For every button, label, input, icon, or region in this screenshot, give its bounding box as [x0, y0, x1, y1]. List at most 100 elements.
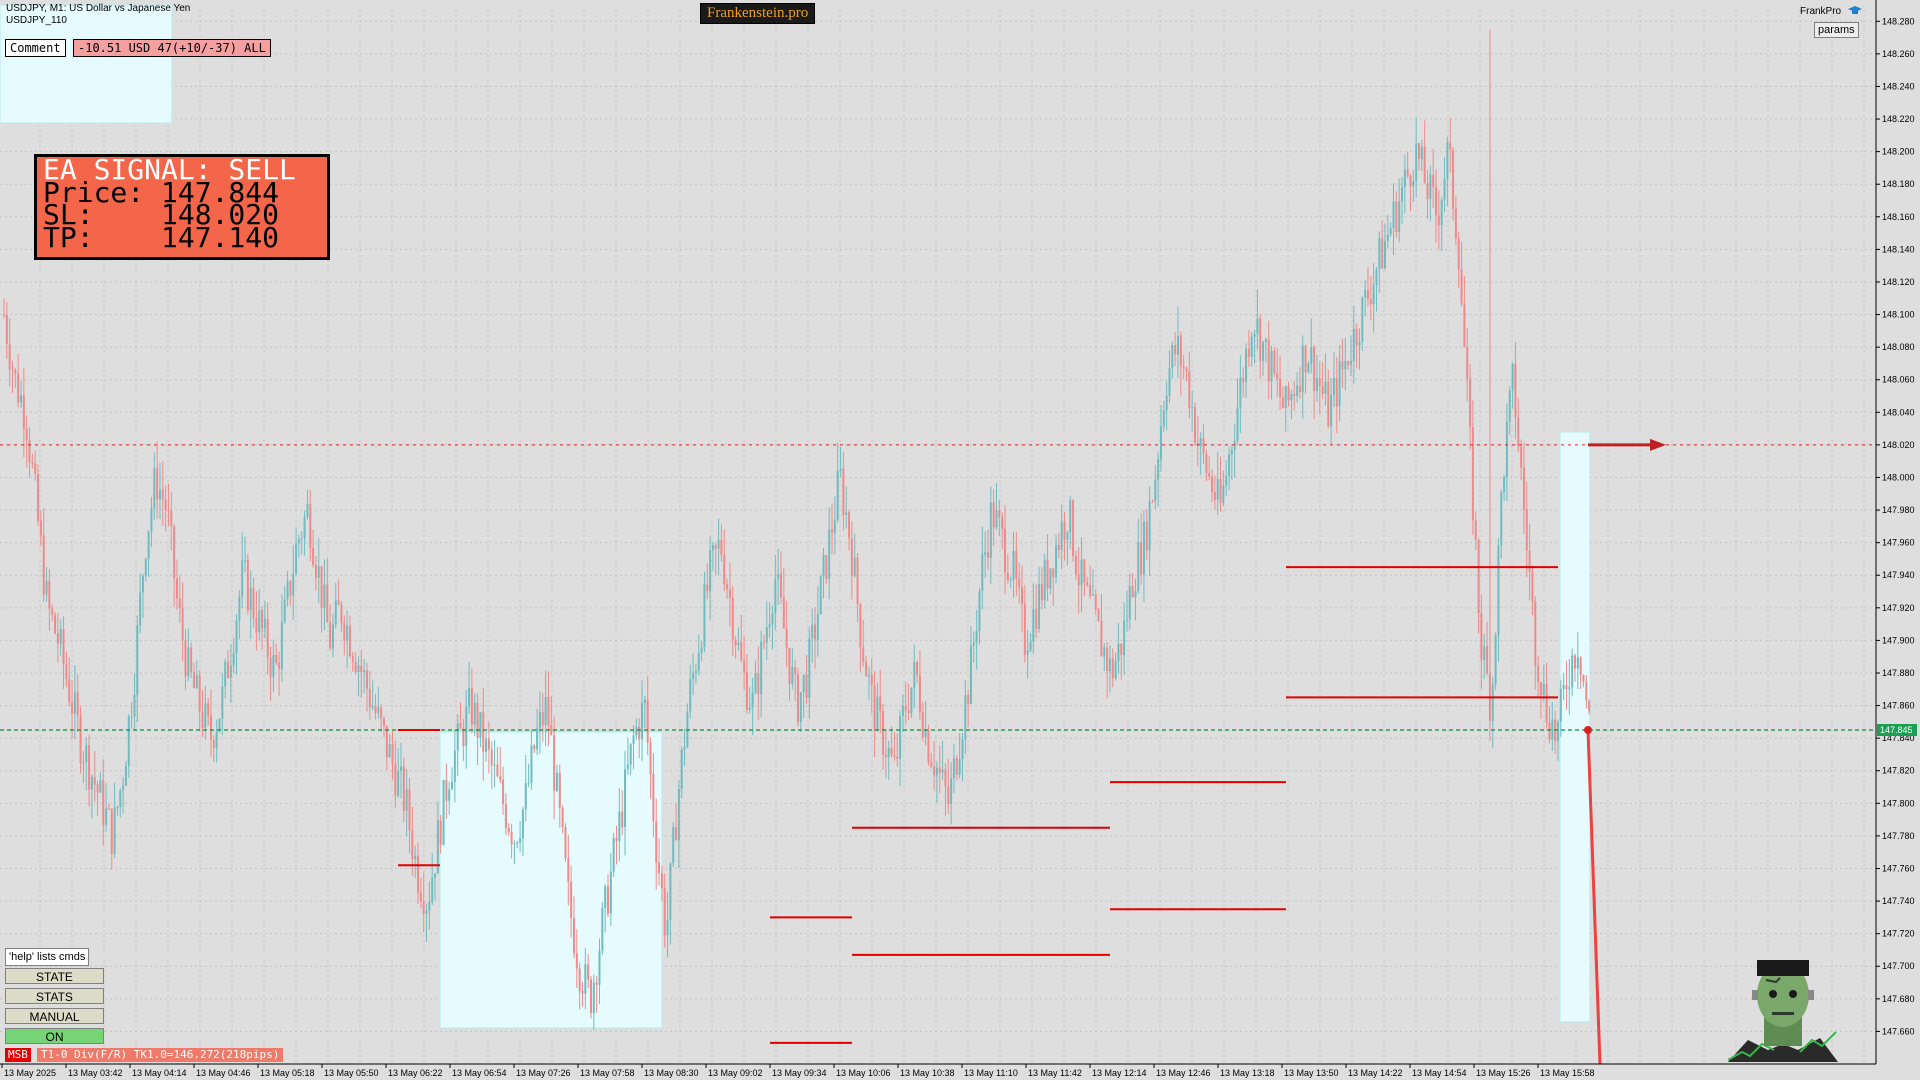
candle-body — [1321, 386, 1324, 394]
candle-body — [598, 950, 601, 985]
candle-body — [1505, 421, 1508, 478]
candle-body — [995, 510, 998, 528]
time-tick-label: 13 May 04:46 — [196, 1068, 251, 1078]
candle-body — [1057, 545, 1060, 550]
candle-body — [978, 591, 981, 631]
manual-button[interactable]: MANUAL — [5, 1008, 104, 1024]
candle-body — [604, 886, 607, 909]
candle-body — [743, 659, 746, 673]
candle-body — [1477, 540, 1480, 614]
frankpro-text: FrankPro — [1800, 6, 1842, 17]
candle-body — [836, 470, 839, 521]
candle-body — [1318, 378, 1321, 387]
candle-body — [1463, 303, 1466, 348]
candle-body — [740, 642, 743, 660]
candle-body — [1347, 360, 1350, 365]
stats-button[interactable]: STATS — [5, 988, 104, 1004]
candle-body — [887, 747, 890, 758]
time-tick-label: 13 May 06:54 — [452, 1068, 507, 1078]
time-tick-label: 13 May 10:38 — [900, 1068, 955, 1078]
entry-point-marker — [1584, 726, 1592, 735]
candle-body — [1165, 395, 1168, 411]
candle-body — [167, 510, 170, 512]
candle-body — [839, 468, 842, 471]
candle-body — [907, 710, 910, 714]
candle-body — [1423, 146, 1426, 183]
candle-body — [950, 778, 953, 804]
candle-body — [538, 712, 541, 729]
candle-body — [802, 674, 805, 693]
candle-body — [564, 827, 567, 859]
candle-body — [1148, 501, 1151, 551]
candle-body — [952, 758, 955, 779]
candle-body — [998, 510, 1001, 518]
candle-body — [212, 740, 215, 748]
candle-body — [1324, 381, 1327, 394]
candle-body — [1429, 174, 1432, 200]
candle-body — [272, 654, 275, 677]
candle-body — [1131, 585, 1134, 598]
candle-body — [1548, 722, 1551, 740]
candle-body — [1038, 583, 1041, 629]
params-button[interactable]: params — [1814, 22, 1859, 38]
candle-body — [694, 671, 697, 674]
candle-body — [805, 674, 808, 698]
candle-body — [357, 665, 360, 672]
candle-body — [1182, 366, 1185, 369]
candle-body — [782, 596, 785, 629]
candle-body — [916, 662, 919, 676]
candle-body — [1522, 467, 1525, 510]
candle-body — [1491, 684, 1494, 721]
candle-body — [371, 705, 374, 708]
candle-body — [1063, 522, 1066, 540]
frankenstein-mascot-icon — [1728, 960, 1838, 1062]
candle-body — [499, 776, 502, 780]
time-tick-label: 13 May 05:50 — [324, 1068, 379, 1078]
candle-body — [317, 566, 320, 578]
candle-body — [1137, 542, 1140, 592]
help-button[interactable]: 'help' lists cmds — [5, 948, 90, 966]
candle-body — [127, 716, 130, 766]
candle-body — [589, 979, 592, 1014]
candle-body — [428, 902, 431, 911]
candle-body — [147, 531, 150, 560]
candle-body — [1216, 479, 1219, 500]
candle-body — [1471, 427, 1474, 521]
candle-body — [314, 564, 317, 578]
candle-body — [198, 675, 201, 712]
price-tick-label: 148.100 — [1882, 310, 1915, 320]
price-tick-label: 147.880 — [1882, 668, 1915, 678]
candle-body — [380, 707, 383, 719]
candle-body — [822, 555, 825, 577]
candle-body — [187, 647, 190, 677]
state-button[interactable]: STATE — [5, 968, 104, 984]
candle-body — [921, 712, 924, 738]
candle-body — [1211, 476, 1214, 493]
candle-body — [249, 587, 252, 611]
candle-body — [1276, 373, 1279, 380]
time-tick-label: 13 May 03:42 — [68, 1068, 123, 1078]
on-toggle-button[interactable]: ON — [5, 1028, 104, 1044]
candle-body — [11, 369, 14, 371]
candle-body — [1103, 647, 1106, 657]
candle-body — [689, 679, 692, 712]
candle-body — [5, 315, 8, 345]
candle-body — [400, 766, 402, 771]
candle-body — [831, 529, 834, 533]
candle-body — [1162, 410, 1165, 427]
candle-body — [1253, 333, 1256, 337]
candle-body — [1262, 341, 1265, 361]
candle-body — [873, 685, 876, 731]
candle-body — [700, 647, 703, 653]
candle-body — [434, 873, 437, 878]
candle-body — [541, 712, 544, 725]
candle-body — [1508, 390, 1511, 422]
candle-body — [862, 647, 865, 662]
candle-body — [479, 712, 482, 738]
candle-body — [918, 675, 921, 713]
candle-body — [1230, 449, 1233, 455]
candle-body — [944, 769, 947, 787]
comment-value: -10.51 USD 47(+10/-37) ALL — [73, 39, 271, 57]
candle-body — [221, 686, 224, 719]
price-tick-label: 148.080 — [1882, 342, 1915, 352]
